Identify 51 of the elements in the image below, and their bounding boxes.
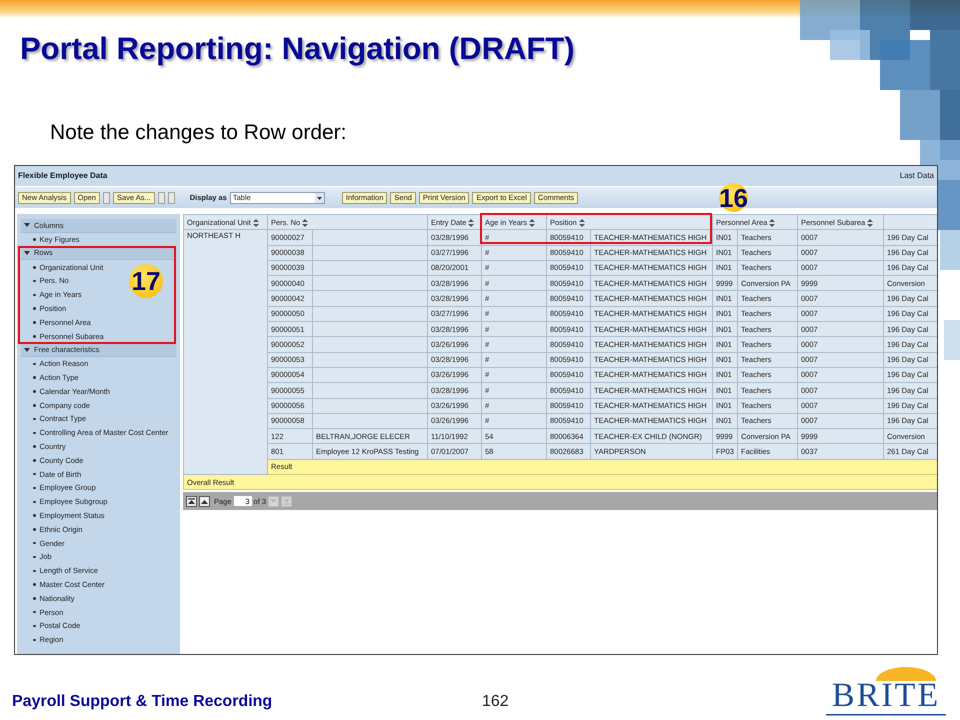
bullet-icon bbox=[33, 486, 36, 490]
bullet-icon bbox=[33, 445, 36, 448]
bullet-icon bbox=[33, 294, 36, 296]
bullet-icon bbox=[33, 266, 36, 269]
triangle-up-icon bbox=[201, 498, 208, 505]
callout-badge: 17 bbox=[129, 264, 163, 298]
caret-icon bbox=[314, 192, 324, 202]
bullet-icon bbox=[33, 238, 36, 241]
bullet-icon bbox=[33, 280, 36, 282]
bullet-icon bbox=[33, 500, 36, 504]
bullet-icon bbox=[33, 583, 36, 586]
bullet-icon bbox=[33, 597, 36, 600]
sort-icon[interactable] bbox=[578, 218, 585, 227]
bullet-icon bbox=[33, 335, 36, 338]
bullet-icon bbox=[33, 542, 36, 544]
bullet-icon bbox=[33, 390, 36, 393]
sort-icon[interactable] bbox=[252, 218, 259, 227]
page-number: 162 bbox=[482, 692, 509, 712]
slide-title: Portal Reporting: Navigation (DRAFT) bbox=[20, 30, 575, 68]
bullet-icon bbox=[33, 570, 36, 572]
bullet-icon bbox=[33, 459, 36, 462]
sort-icon[interactable] bbox=[769, 218, 776, 227]
triangle-down-icon bbox=[270, 498, 278, 505]
bullet-icon bbox=[33, 418, 36, 420]
bullet-icon bbox=[33, 376, 36, 379]
page-up-button[interactable] bbox=[186, 496, 197, 507]
bullet-icon bbox=[33, 432, 36, 434]
bullet-icon bbox=[33, 528, 36, 531]
sort-icon[interactable] bbox=[529, 218, 536, 227]
page-up-button[interactable] bbox=[199, 496, 210, 507]
triangle-up-icon bbox=[188, 498, 195, 505]
footer-text: Payroll Support & Time Recording bbox=[12, 692, 274, 712]
bullet-icon bbox=[33, 514, 36, 517]
triangle-down-icon bbox=[283, 498, 290, 505]
sort-icon[interactable] bbox=[302, 218, 308, 227]
slide-subtitle: Note the changes to Row order: bbox=[50, 120, 347, 146]
sort-icon[interactable] bbox=[867, 218, 874, 227]
bullet-icon bbox=[33, 638, 36, 642]
logo-text: BRITE bbox=[832, 681, 940, 711]
app-title: Flexible Employee Data bbox=[18, 170, 108, 182]
sort-icon[interactable] bbox=[468, 218, 474, 227]
bullet-icon bbox=[33, 556, 36, 558]
bullet-icon bbox=[33, 307, 36, 310]
bullet-icon bbox=[33, 624, 36, 628]
bullet-icon bbox=[33, 404, 36, 406]
bullet-icon bbox=[33, 362, 36, 366]
sun-icon bbox=[876, 667, 936, 681]
bullet-icon bbox=[33, 321, 36, 324]
status-text: Last Data bbox=[900, 170, 934, 182]
bullet-icon bbox=[33, 472, 36, 476]
bullet-icon bbox=[33, 610, 36, 614]
